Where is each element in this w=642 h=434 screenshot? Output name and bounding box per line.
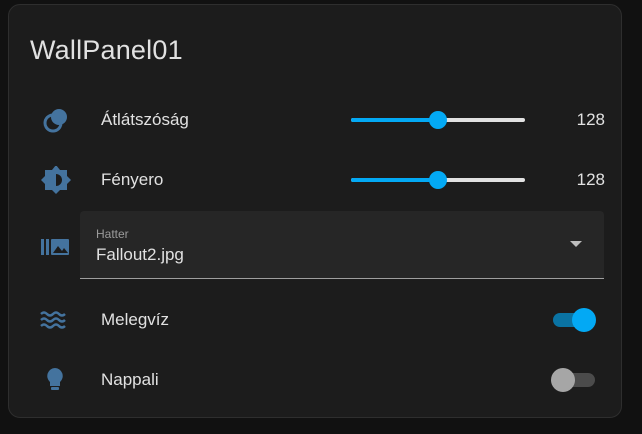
water-waves-icon[interactable] xyxy=(37,306,73,334)
opacity-slider[interactable] xyxy=(351,110,525,130)
toggle-knob[interactable] xyxy=(572,308,596,332)
background-select-label: Hatter xyxy=(96,227,129,241)
opacity-value: 128 xyxy=(576,110,605,129)
opacity-row: Átlátszóság 128 xyxy=(9,98,623,142)
slider-fill xyxy=(351,118,438,122)
card-title: WallPanel01 xyxy=(30,35,183,65)
lightbulb-icon[interactable] xyxy=(37,366,73,394)
brightness-label: Fényero xyxy=(101,170,164,189)
brightness-row: Fényero 128 xyxy=(9,158,623,202)
hot-water-toggle[interactable] xyxy=(551,308,597,332)
brightness-icon[interactable] xyxy=(37,166,73,194)
hot-water-row: Melegvíz xyxy=(9,298,623,342)
living-room-row: Nappali xyxy=(9,358,623,402)
slider-fill xyxy=(351,178,438,182)
slider-thumb[interactable] xyxy=(429,171,447,189)
image-gallery-icon[interactable] xyxy=(39,233,75,261)
brightness-slider[interactable] xyxy=(351,170,525,190)
slider-thumb[interactable] xyxy=(429,111,447,129)
background-select[interactable]: Hatter Fallout2.jpg xyxy=(80,211,604,279)
hot-water-label: Melegvíz xyxy=(101,310,170,329)
living-room-label: Nappali xyxy=(101,370,159,389)
brightness-value: 128 xyxy=(576,170,605,189)
entities-card: WallPanel01 Átlátszóság 128 Fényero 128 … xyxy=(8,4,622,418)
toggle-knob[interactable] xyxy=(551,368,575,392)
chevron-down-icon[interactable] xyxy=(570,241,582,247)
opacity-circles-icon[interactable] xyxy=(37,106,73,134)
living-room-toggle[interactable] xyxy=(551,368,597,392)
background-select-value: Fallout2.jpg xyxy=(96,245,184,264)
opacity-label: Átlátszóság xyxy=(101,110,189,129)
